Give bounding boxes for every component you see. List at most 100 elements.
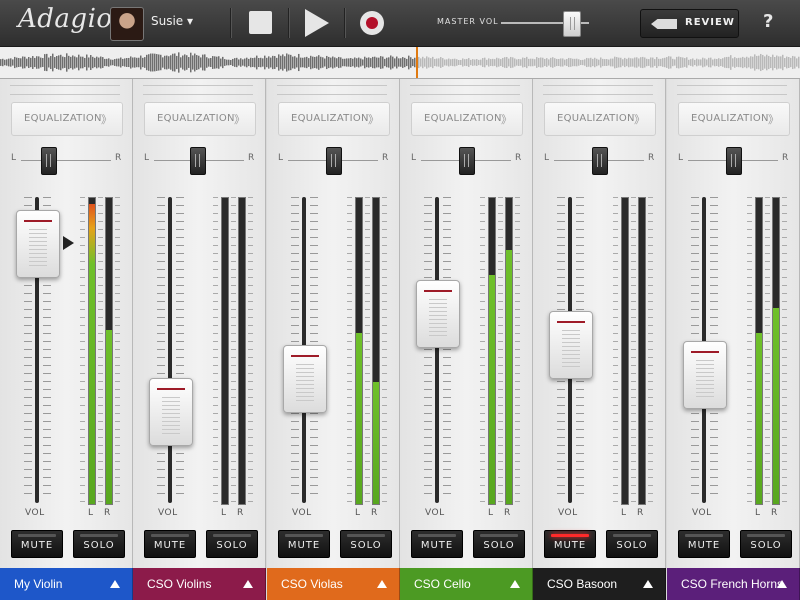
solo-button[interactable]: SOLO: [340, 530, 392, 558]
master-volume-slider[interactable]: [501, 11, 589, 37]
volume-fader-track[interactable]: [168, 197, 172, 503]
avatar[interactable]: [110, 7, 144, 41]
waveform-bar: [72, 55, 74, 70]
pan-slider[interactable]: [688, 147, 778, 175]
triangle-up-icon[interactable]: [777, 580, 787, 588]
waveform-bar: [354, 57, 356, 68]
mute-button[interactable]: MUTE: [411, 530, 463, 558]
playhead[interactable]: [416, 47, 418, 78]
waveform-bar: [518, 59, 520, 66]
user-menu[interactable]: Susie ▾: [151, 14, 193, 28]
master-volume-knob[interactable]: [563, 11, 582, 37]
pan-knob[interactable]: [726, 147, 742, 175]
pan-slider[interactable]: [154, 147, 244, 175]
pan-slider[interactable]: [21, 147, 111, 175]
waveform-bar: [692, 58, 694, 67]
channel-tab[interactable]: My Violin: [0, 568, 133, 600]
mute-button[interactable]: MUTE: [678, 530, 730, 558]
triangle-up-icon[interactable]: [243, 580, 253, 588]
waveform-bar: [22, 56, 24, 69]
solo-button[interactable]: SOLO: [740, 530, 792, 558]
equalization-button[interactable]: EQUALIZATION 》: [411, 102, 523, 136]
mute-button[interactable]: MUTE: [144, 530, 196, 558]
waveform-bar: [546, 58, 548, 67]
pan-slider[interactable]: [288, 147, 378, 175]
waveform-bar: [326, 55, 328, 70]
triangle-up-icon[interactable]: [643, 580, 653, 588]
waveform-bar: [604, 59, 606, 66]
pan-right-label: R: [515, 153, 522, 163]
waveform-bar: [392, 56, 394, 69]
equalization-button[interactable]: EQUALIZATION 》: [11, 102, 123, 136]
waveform-bar: [272, 55, 274, 70]
pan-knob[interactable]: [592, 147, 608, 175]
play-button[interactable]: [305, 9, 329, 37]
pan-knob[interactable]: [326, 147, 342, 175]
waveform-bar: [374, 56, 376, 69]
equalization-button[interactable]: EQUALIZATION 》: [544, 102, 656, 136]
solo-button[interactable]: SOLO: [606, 530, 658, 558]
level-meter-right: [238, 197, 246, 505]
waveform-timeline[interactable]: [0, 47, 800, 79]
meter-scale: [765, 197, 770, 503]
top-bar: Adagio Susie ▾ MASTER VOL REVIEW ?: [0, 0, 800, 47]
waveform-bar: [338, 56, 340, 69]
waveform-bar: [334, 57, 336, 68]
mute-button[interactable]: MUTE: [278, 530, 330, 558]
volume-fader-knob[interactable]: [16, 209, 60, 278]
waveform-bar: [736, 58, 738, 67]
triangle-up-icon[interactable]: [377, 580, 387, 588]
record-button[interactable]: [360, 11, 384, 35]
solo-button[interactable]: SOLO: [473, 530, 525, 558]
equalization-button[interactable]: EQUALIZATION 》: [278, 102, 390, 136]
pan-left-label: L: [278, 153, 284, 163]
waveform-bar: [758, 55, 760, 70]
mute-button[interactable]: MUTE: [11, 530, 63, 558]
volume-fader-knob[interactable]: [683, 341, 727, 410]
volume-fader-knob[interactable]: [416, 280, 460, 349]
waveform-bar: [422, 56, 424, 69]
channel-header-lines: [677, 85, 787, 95]
waveform-bar: [450, 59, 452, 66]
waveform-bar: [566, 58, 568, 67]
volume-fader-knob[interactable]: [149, 378, 193, 447]
equalization-button[interactable]: EQUALIZATION 》: [678, 102, 790, 136]
channel-tab[interactable]: CSO Violins: [133, 568, 266, 600]
channel-tab[interactable]: CSO French Horns: [667, 568, 800, 600]
waveform-bar: [600, 57, 602, 68]
triangle-up-icon[interactable]: [510, 580, 520, 588]
waveform-bar: [662, 58, 664, 67]
review-button[interactable]: REVIEW: [640, 9, 739, 38]
pan-slider[interactable]: [554, 147, 644, 175]
triangle-up-icon[interactable]: [110, 580, 120, 588]
waveform-bar: [172, 53, 174, 72]
pan-knob[interactable]: [459, 147, 475, 175]
volume-fader-knob[interactable]: [549, 310, 593, 379]
mute-button[interactable]: MUTE: [544, 530, 596, 558]
waveform-bar: [58, 55, 60, 70]
channel-tab[interactable]: CSO Violas: [267, 568, 400, 600]
solo-button[interactable]: SOLO: [206, 530, 258, 558]
waveform-bar: [462, 58, 464, 67]
channel-tab[interactable]: CSO Basoon: [533, 568, 666, 600]
volume-fader-knob[interactable]: [283, 344, 327, 413]
waveform-bar: [762, 54, 764, 71]
waveform-bar: [218, 56, 220, 69]
pan-knob[interactable]: [41, 147, 57, 175]
channel-tab[interactable]: CSO Cello: [400, 568, 533, 600]
pan-slider[interactable]: [421, 147, 511, 175]
pan-knob[interactable]: [190, 147, 207, 175]
waveform-bar: [492, 58, 494, 67]
help-button[interactable]: ?: [763, 11, 773, 32]
equalization-button[interactable]: EQUALIZATION 》: [144, 102, 256, 136]
meter-left-label: L: [621, 508, 627, 518]
stop-button[interactable]: [249, 11, 272, 34]
volume-fader-track[interactable]: [435, 197, 439, 503]
solo-button[interactable]: SOLO: [73, 530, 125, 558]
tag-icon: [651, 19, 677, 29]
waveform-bar: [678, 56, 680, 69]
waveform-bar: [154, 53, 156, 72]
waveform-bar: [502, 57, 504, 68]
meter-scale: [613, 197, 618, 503]
waveform-bar: [356, 58, 358, 67]
